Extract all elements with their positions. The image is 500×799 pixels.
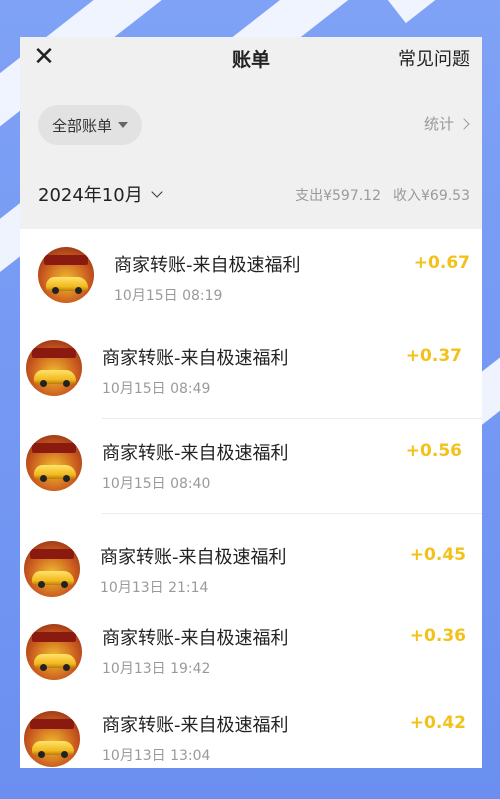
wheel-icon: [40, 475, 47, 482]
transaction-title: 商家转账-来自极速福利: [114, 255, 301, 276]
wheel-icon: [52, 287, 59, 294]
wheel-icon: [61, 581, 68, 588]
stats-link[interactable]: 统计: [423, 113, 470, 134]
chevron-down-icon: [151, 186, 163, 198]
transaction-title: 商家转账-来自极速福利: [102, 443, 289, 464]
wheel-icon: [61, 751, 68, 758]
avatar-banner: [30, 549, 74, 559]
wheel-icon: [63, 475, 70, 482]
transaction-row[interactable]: 商家转账-来自极速福利 10月13日 21:14 +0.45: [20, 529, 482, 619]
merchant-avatar: [24, 541, 80, 597]
transaction-title: 商家转账-来自极速福利: [100, 547, 287, 568]
wheel-icon: [63, 380, 70, 387]
transaction-amount: +0.56: [405, 441, 462, 461]
merchant-avatar: [38, 247, 94, 303]
wheel-icon: [38, 581, 45, 588]
wheel-icon: [38, 751, 45, 758]
transaction-row[interactable]: 商家转账-来自极速福利 10月15日 08:40 +0.56: [20, 419, 482, 514]
transaction-amount: +0.37: [405, 346, 462, 366]
transaction-time: 10月15日 08:49: [102, 381, 211, 397]
month-bar: 2024年10月 支出¥597.12 收入¥69.53: [20, 161, 482, 229]
transaction-row[interactable]: 商家转账-来自极速福利 10月13日 19:42 +0.36: [20, 612, 482, 702]
transaction-time: 10月15日 08:40: [102, 476, 211, 492]
avatar-banner: [44, 255, 88, 265]
avatar-banner: [30, 719, 74, 729]
wheel-icon: [75, 287, 82, 294]
wheel-icon: [63, 664, 70, 671]
transaction-row[interactable]: 商家转账-来自极速福利 10月15日 08:19 +0.67: [20, 229, 482, 319]
bill-filter-label: 全部账单: [52, 116, 113, 135]
merchant-avatar: [24, 711, 80, 767]
transaction-amount: +0.45: [409, 545, 466, 565]
month-summary: 支出¥597.12 收入¥69.53: [295, 185, 470, 205]
merchant-avatar: [26, 340, 82, 396]
avatar-banner: [32, 443, 76, 453]
row-divider: [102, 513, 482, 514]
background-stripe: [380, 0, 500, 24]
transaction-amount: +0.42: [409, 713, 466, 733]
transaction-time: 10月13日 13:04: [102, 748, 211, 764]
transaction-time: 10月13日 21:14: [100, 580, 209, 596]
avatar-banner: [32, 632, 76, 642]
month-label: 2024年10月: [38, 185, 143, 206]
caret-down-icon: [118, 122, 129, 128]
transaction-title: 商家转账-来自极速福利: [102, 715, 289, 736]
wheel-icon: [40, 380, 47, 387]
transaction-title: 商家转账-来自极速福利: [102, 348, 289, 369]
wheel-icon: [40, 664, 47, 671]
merchant-avatar: [26, 435, 82, 491]
avatar-banner: [32, 348, 76, 358]
transaction-amount: +0.67: [413, 253, 470, 273]
chevron-right-icon: [458, 117, 470, 130]
top-bar: ✕ 账单 常见问题: [20, 37, 482, 99]
transaction-row[interactable]: 商家转账-来自极速福利 10月15日 08:49 +0.37: [20, 324, 482, 419]
bill-filter-dropdown[interactable]: 全部账单: [38, 105, 143, 145]
merchant-avatar: [26, 624, 82, 680]
transaction-time: 10月13日 19:42: [102, 661, 211, 677]
bill-panel: ✕ 账单 常见问题 全部账单 统计 2024年10月 支出¥597.12 收入¥…: [20, 37, 482, 768]
transaction-title: 商家转账-来自极速福利: [102, 628, 289, 649]
stats-label: 统计: [423, 115, 454, 133]
transaction-row[interactable]: 商家转账-来自极速福利 10月13日 13:04 +0.42: [20, 699, 482, 768]
expense-total: 支出¥597.12: [295, 188, 381, 204]
filter-area: 全部账单 统计: [20, 99, 482, 161]
income-total: 收入¥69.53: [393, 188, 470, 204]
transaction-time: 10月15日 08:19: [114, 288, 223, 304]
faq-link[interactable]: 常见问题: [398, 45, 470, 71]
transaction-amount: +0.36: [409, 626, 466, 646]
month-selector[interactable]: 2024年10月: [38, 181, 163, 207]
